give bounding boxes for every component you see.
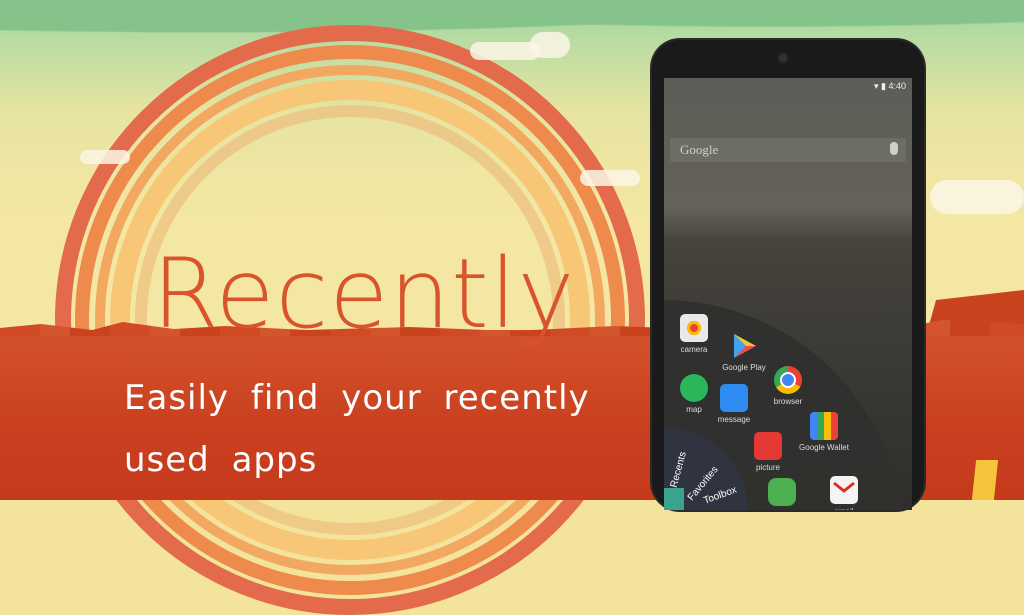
cloud — [930, 180, 1024, 214]
gamepad-icon — [768, 478, 796, 506]
cloud — [580, 170, 640, 186]
phone-mockup: ▾ ▮ 4:40 Google Recents Favorites Toolbo… — [652, 40, 924, 510]
wallet-icon — [810, 412, 838, 440]
cloud — [530, 32, 570, 58]
app-label: music — [752, 509, 812, 510]
app-label: browser — [773, 397, 803, 406]
app-label: Google Wallet — [799, 443, 849, 452]
app-music[interactable]: music — [752, 478, 812, 510]
google-play-icon — [730, 332, 758, 360]
phone-screen: ▾ ▮ 4:40 Google Recents Favorites Toolbo… — [664, 78, 912, 510]
mic-icon[interactable] — [890, 142, 898, 155]
camera-icon — [680, 314, 708, 342]
signal-icon: ▾ ▮ — [873, 81, 889, 91]
app-browser[interactable]: browser — [758, 366, 818, 406]
search-placeholder: Google — [680, 142, 719, 157]
background-hills — [0, 0, 1024, 40]
cloud — [80, 150, 130, 164]
app-google-wallet[interactable]: Google Wallet — [794, 412, 854, 452]
hero-tagline: Easily find your recently — [124, 378, 590, 418]
film-icon — [754, 432, 782, 460]
phone-speaker — [777, 52, 789, 64]
app-message[interactable]: message — [704, 384, 764, 424]
app-label: message — [717, 415, 751, 424]
app-label: picture — [755, 463, 780, 472]
app-email[interactable]: email — [814, 476, 874, 510]
status-bar: ▾ ▮ 4:40 — [664, 78, 912, 94]
status-time: 4:40 — [888, 81, 906, 91]
chrome-icon — [774, 366, 802, 394]
message-icon — [720, 384, 748, 412]
app-picture[interactable]: picture — [738, 432, 798, 472]
decorative-block — [971, 460, 999, 500]
app-label: email — [814, 507, 874, 510]
toolbox-icon — [664, 488, 684, 510]
hero-title: Recently — [152, 238, 576, 350]
google-search-bar[interactable]: Google — [670, 138, 906, 162]
hero-tagline: used apps — [124, 440, 318, 480]
